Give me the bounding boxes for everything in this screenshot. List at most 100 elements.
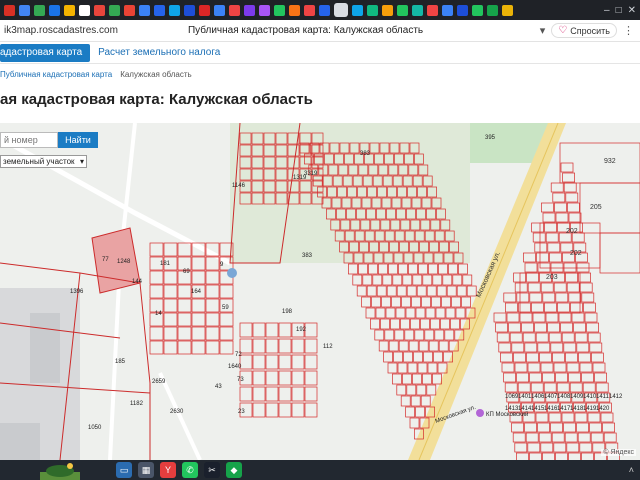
poi-label[interactable]: КП Московский — [486, 411, 528, 418]
parcel[interactable] — [581, 452, 594, 460]
parcel[interactable] — [599, 232, 640, 274]
parcel[interactable] — [542, 452, 555, 460]
parcel[interactable] — [408, 340, 419, 352]
parcel[interactable] — [291, 338, 305, 354]
parcel[interactable] — [398, 340, 409, 352]
parcel[interactable] — [579, 442, 593, 453]
parcel[interactable] — [435, 307, 446, 319]
parcel[interactable] — [163, 340, 178, 355]
parcel[interactable] — [433, 351, 443, 363]
parcel[interactable] — [506, 312, 520, 323]
parcel[interactable] — [219, 284, 234, 299]
parcel[interactable] — [163, 284, 178, 299]
parcel[interactable] — [576, 422, 589, 433]
tab-favicon-icon[interactable] — [214, 4, 225, 16]
tab-favicon-icon[interactable] — [19, 4, 30, 16]
parcel[interactable] — [565, 192, 579, 203]
parcel[interactable] — [571, 312, 585, 323]
parcel[interactable] — [565, 272, 578, 283]
tab-favicon-icon[interactable] — [427, 4, 438, 16]
parcel[interactable] — [422, 274, 433, 286]
parcel[interactable] — [393, 351, 403, 363]
tab-favicon-icon[interactable] — [502, 4, 513, 16]
parcel[interactable] — [603, 432, 617, 443]
parcel[interactable] — [278, 402, 292, 418]
parcel[interactable] — [576, 342, 590, 353]
parcel[interactable] — [163, 312, 178, 327]
parcel[interactable] — [514, 442, 528, 453]
parcel[interactable] — [524, 262, 538, 273]
parcel[interactable] — [501, 362, 515, 373]
parcel[interactable] — [531, 302, 544, 313]
tab-favicon-icon[interactable] — [229, 4, 240, 16]
parcel[interactable] — [278, 386, 292, 402]
parcel[interactable] — [591, 352, 604, 363]
parcel[interactable] — [573, 322, 586, 333]
parcel[interactable] — [239, 322, 253, 338]
parcel[interactable] — [438, 263, 448, 275]
parcel[interactable] — [396, 384, 407, 396]
parcel[interactable] — [205, 340, 220, 355]
parcel[interactable] — [461, 296, 471, 308]
parcel[interactable] — [422, 373, 432, 385]
parcel[interactable] — [550, 182, 564, 193]
parcel[interactable] — [444, 329, 455, 341]
parcel[interactable] — [265, 322, 279, 338]
tab-favicon-icon[interactable] — [352, 4, 363, 16]
parcel[interactable] — [545, 312, 559, 323]
parcel[interactable] — [553, 442, 567, 453]
parcel[interactable] — [584, 312, 598, 323]
parcel[interactable] — [561, 332, 575, 343]
parcel[interactable] — [594, 372, 607, 383]
parcel[interactable] — [414, 329, 425, 341]
parcel[interactable] — [412, 373, 422, 385]
parcel[interactable] — [521, 322, 534, 333]
parcel[interactable] — [191, 270, 206, 285]
tab-favicon-icon[interactable] — [94, 4, 105, 16]
parcel[interactable] — [239, 354, 253, 370]
parcel[interactable] — [427, 362, 438, 374]
parcel[interactable] — [402, 274, 413, 286]
parcel[interactable] — [406, 384, 417, 396]
menu-dots-icon[interactable]: ⋮ — [623, 24, 634, 37]
parcel[interactable] — [547, 242, 561, 253]
parcel[interactable] — [239, 386, 253, 402]
parcel[interactable] — [348, 263, 358, 275]
parcel[interactable] — [524, 422, 537, 433]
parcel[interactable] — [519, 312, 533, 323]
parcel[interactable] — [252, 370, 266, 386]
parcel[interactable] — [539, 352, 552, 363]
parcel[interactable] — [551, 432, 565, 443]
parcel[interactable] — [149, 340, 164, 355]
parcel[interactable] — [456, 285, 467, 297]
parcel[interactable] — [538, 432, 552, 443]
maximize-icon[interactable]: □ — [616, 5, 622, 16]
parcel[interactable] — [434, 329, 445, 341]
parcel[interactable] — [376, 285, 387, 297]
parcel[interactable] — [372, 274, 383, 286]
parcel[interactable] — [265, 402, 279, 418]
tab-favicon-icon[interactable] — [184, 4, 195, 16]
parcel[interactable] — [534, 242, 548, 253]
parcel[interactable] — [382, 274, 393, 286]
parcel[interactable] — [500, 352, 513, 363]
parcel[interactable] — [558, 312, 572, 323]
parcel[interactable] — [375, 307, 386, 319]
parcel[interactable] — [544, 302, 557, 313]
parcel[interactable] — [219, 326, 234, 341]
parcel[interactable] — [291, 386, 305, 402]
parcel[interactable] — [401, 296, 411, 308]
parcel[interactable] — [415, 307, 426, 319]
parcel[interactable] — [205, 284, 220, 299]
parcel[interactable] — [555, 372, 568, 383]
parcel[interactable] — [252, 338, 266, 354]
parcel[interactable] — [452, 274, 463, 286]
parcel[interactable] — [219, 312, 234, 327]
parcel[interactable] — [405, 307, 416, 319]
parcel[interactable] — [430, 318, 440, 330]
parcel[interactable] — [205, 270, 220, 285]
parcel[interactable] — [380, 318, 390, 330]
parcel[interactable] — [579, 282, 593, 293]
tab-favicon-icon[interactable] — [49, 4, 60, 16]
parcel[interactable] — [177, 242, 192, 257]
